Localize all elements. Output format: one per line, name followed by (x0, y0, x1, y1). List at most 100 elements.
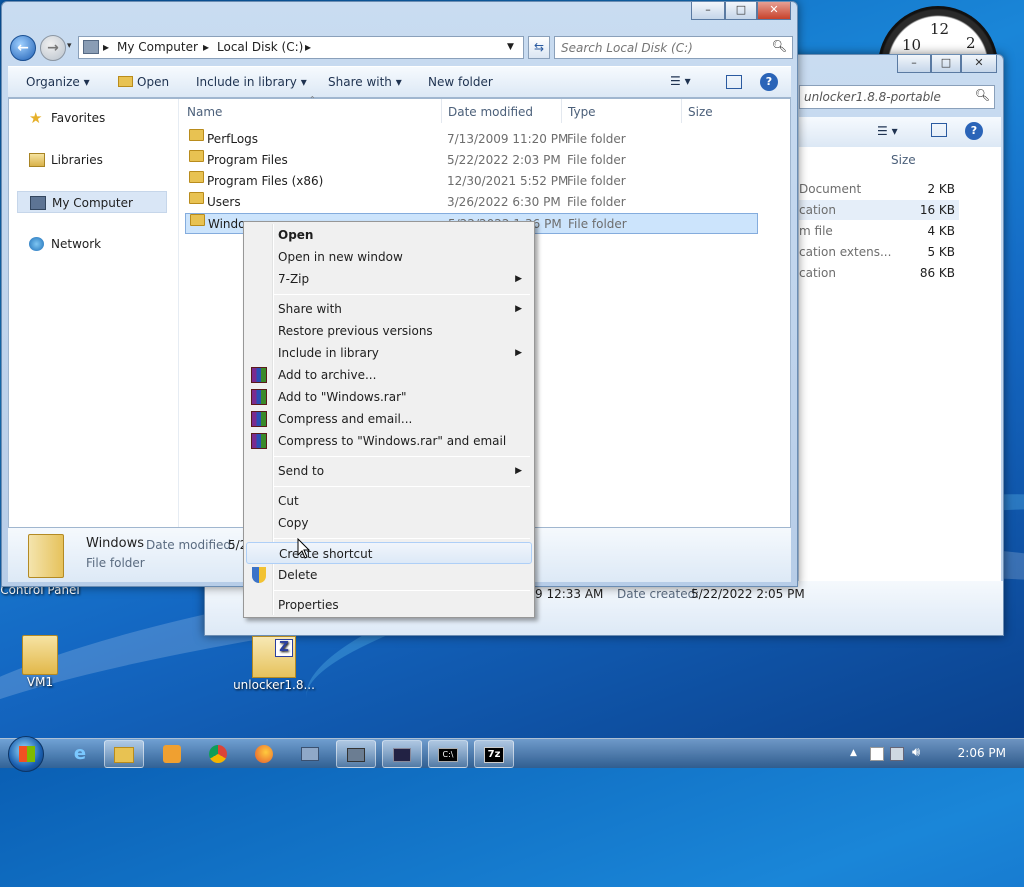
menu-item-include-in-library[interactable]: Include in library ▶ (246, 342, 532, 364)
item-size: 5 KB (927, 245, 955, 259)
menu-item-create-shortcut[interactable]: Create shortcut (246, 542, 532, 564)
chrome-icon[interactable] (198, 740, 238, 768)
column-header-size[interactable]: Size (891, 153, 916, 167)
breadcrumb-local-disk[interactable]: Local Disk (C:) (217, 40, 303, 54)
help-icon[interactable]: ? (760, 73, 778, 91)
include-in-library-button[interactable]: Include in library ▾ (196, 75, 307, 89)
terminal-taskbar-button[interactable] (382, 740, 422, 768)
views-icon[interactable]: ☰ ▾ (877, 124, 898, 138)
preview-pane-icon[interactable] (726, 75, 742, 89)
search-box[interactable]: 🔍︎ (554, 36, 793, 59)
nav-item-network[interactable]: Network (17, 233, 167, 255)
menu-item-properties[interactable]: Properties (246, 594, 532, 616)
back-button[interactable]: ← (10, 35, 36, 61)
file-row[interactable]: Program Files (x86) 12/30/2021 5:52 PM F… (185, 171, 758, 192)
open-button[interactable]: Open (118, 75, 169, 89)
7zip-taskbar-button[interactable]: 7z (474, 740, 514, 768)
menu-label: Add to archive... (278, 368, 377, 382)
organize-button[interactable]: Organize ▾ (26, 75, 90, 89)
chevron-down-icon: ▾ (395, 75, 402, 89)
address-dropdown-icon[interactable]: ▼ (507, 42, 514, 52)
menu-item-restore-previous-versions[interactable]: Restore previous versions (246, 320, 532, 342)
menu-item-add-to-windows-rar[interactable]: Add to "Windows.rar" (246, 386, 532, 408)
taskbar-clock[interactable]: 2:06 PM (958, 746, 1006, 760)
maximize-button[interactable]: □ (931, 55, 961, 73)
share-with-button[interactable]: Share with ▾ (328, 75, 402, 89)
recent-pages-chevron-icon[interactable]: ▾ (67, 41, 72, 51)
menu-label: Send to (278, 464, 325, 478)
system-tray: ▲ 🔊︎ 2:06 PM (844, 739, 1024, 769)
menu-item-open[interactable]: Open (246, 224, 532, 246)
new-folder-button[interactable]: New folder (428, 75, 493, 89)
column-header-name[interactable]: Name (187, 105, 222, 119)
list-item[interactable]: cation extens... 5 KB (799, 242, 959, 262)
remote-desktop-taskbar-button[interactable] (336, 740, 376, 768)
column-header-size[interactable]: Size (688, 105, 713, 119)
menu-item-delete[interactable]: Delete (246, 564, 532, 586)
list-item[interactable]: cation 86 KB (799, 263, 959, 283)
menu-item-add-to-archive[interactable]: Add to archive... (246, 364, 532, 386)
refresh-button[interactable]: ⇆ (528, 36, 550, 59)
search-text: unlocker1.8.8-portable (804, 90, 941, 104)
forward-button[interactable]: → (40, 35, 66, 61)
file-row[interactable]: Program Files 5/22/2022 2:03 PM File fol… (185, 150, 758, 171)
nav-item-libraries[interactable]: Libraries (17, 149, 167, 171)
column-header-type[interactable]: Type (568, 105, 596, 119)
show-hidden-icons-chevron-icon[interactable]: ▲ (850, 748, 857, 758)
start-button[interactable] (8, 736, 44, 772)
close-button[interactable]: ✕ (757, 2, 791, 20)
nav-item-favorites[interactable]: ★ Favorites (17, 107, 167, 129)
menu-item-copy[interactable]: Copy (246, 512, 532, 534)
item-type: m file (799, 224, 833, 238)
breadcrumb-my-computer[interactable]: My Computer (117, 40, 198, 54)
search-icon: 🔍︎ (974, 88, 990, 102)
network-tray-icon[interactable] (890, 747, 904, 761)
details-date-modified: 9 12:33 AM (535, 587, 604, 601)
list-item[interactable]: m file 4 KB (799, 221, 959, 241)
menu-item-7zip[interactable]: 7-Zip ▶ (246, 268, 532, 290)
menu-item-compress-and-email[interactable]: Compress and email... (246, 408, 532, 430)
menu-item-send-to[interactable]: Send to ▶ (246, 460, 532, 482)
cmd-taskbar-button[interactable]: C:\ (428, 740, 468, 768)
help-icon[interactable]: ? (965, 122, 983, 140)
maximize-button[interactable]: □ (725, 2, 757, 20)
menu-item-cut[interactable]: Cut (246, 490, 532, 512)
firefox-glyph (255, 745, 273, 763)
close-button[interactable]: ✕ (961, 55, 997, 73)
search-input[interactable] (559, 38, 769, 58)
desktop-icon-unlocker[interactable]: Z unlocker1.8... (232, 636, 316, 692)
nav-label: Network (51, 237, 102, 251)
winrar-icon (251, 433, 267, 449)
folder-icon (190, 214, 205, 226)
nav-item-my-computer[interactable]: My Computer (17, 191, 167, 213)
file-row[interactable]: PerfLogs 7/13/2009 11:20 PM File folder (185, 129, 758, 150)
internet-explorer-icon[interactable]: e (60, 740, 100, 768)
file-date: 3/26/2022 6:30 PM (447, 195, 561, 209)
column-header-date-modified[interactable]: Date modified (448, 105, 533, 119)
menu-item-open-in-new-window[interactable]: Open in new window (246, 246, 532, 268)
desktop-icon-vm1[interactable]: VM1 (0, 635, 80, 689)
preview-pane-icon[interactable] (931, 123, 947, 137)
menu-label: Include in library (278, 346, 379, 360)
windows-explorer-taskbar-button[interactable] (104, 740, 144, 768)
views-icon[interactable]: ☰ ▾ (670, 74, 691, 88)
folder-icon (189, 171, 204, 183)
list-item[interactable]: Document 2 KB (799, 179, 959, 199)
minimize-button[interactable]: – (691, 2, 725, 20)
minimize-button[interactable]: – (897, 55, 931, 73)
breadcrumb-separator-icon: ▸ (305, 40, 312, 54)
firefox-icon[interactable] (244, 740, 284, 768)
mouse-cursor-icon (297, 538, 311, 559)
file-date: 5/22/2022 2:03 PM (447, 153, 561, 167)
file-row[interactable]: Users 3/26/2022 6:30 PM File folder (185, 192, 758, 213)
address-bar[interactable]: ▸ My Computer ▸ Local Disk (C:) ▸ ▼ (78, 36, 524, 59)
folder-icon (189, 192, 204, 204)
menu-item-compress-to-rar-and-email[interactable]: Compress to "Windows.rar" and email (246, 430, 532, 452)
list-item[interactable]: cation 16 KB (799, 200, 959, 220)
search-input[interactable]: unlocker1.8.8-portable 🔍︎ (799, 85, 995, 109)
network-tool-icon[interactable] (290, 740, 330, 768)
menu-item-share-with[interactable]: Share with ▶ (246, 298, 532, 320)
media-player-icon[interactable] (152, 740, 192, 768)
action-center-icon[interactable] (870, 747, 884, 761)
volume-icon[interactable]: 🔊︎ (912, 745, 920, 760)
